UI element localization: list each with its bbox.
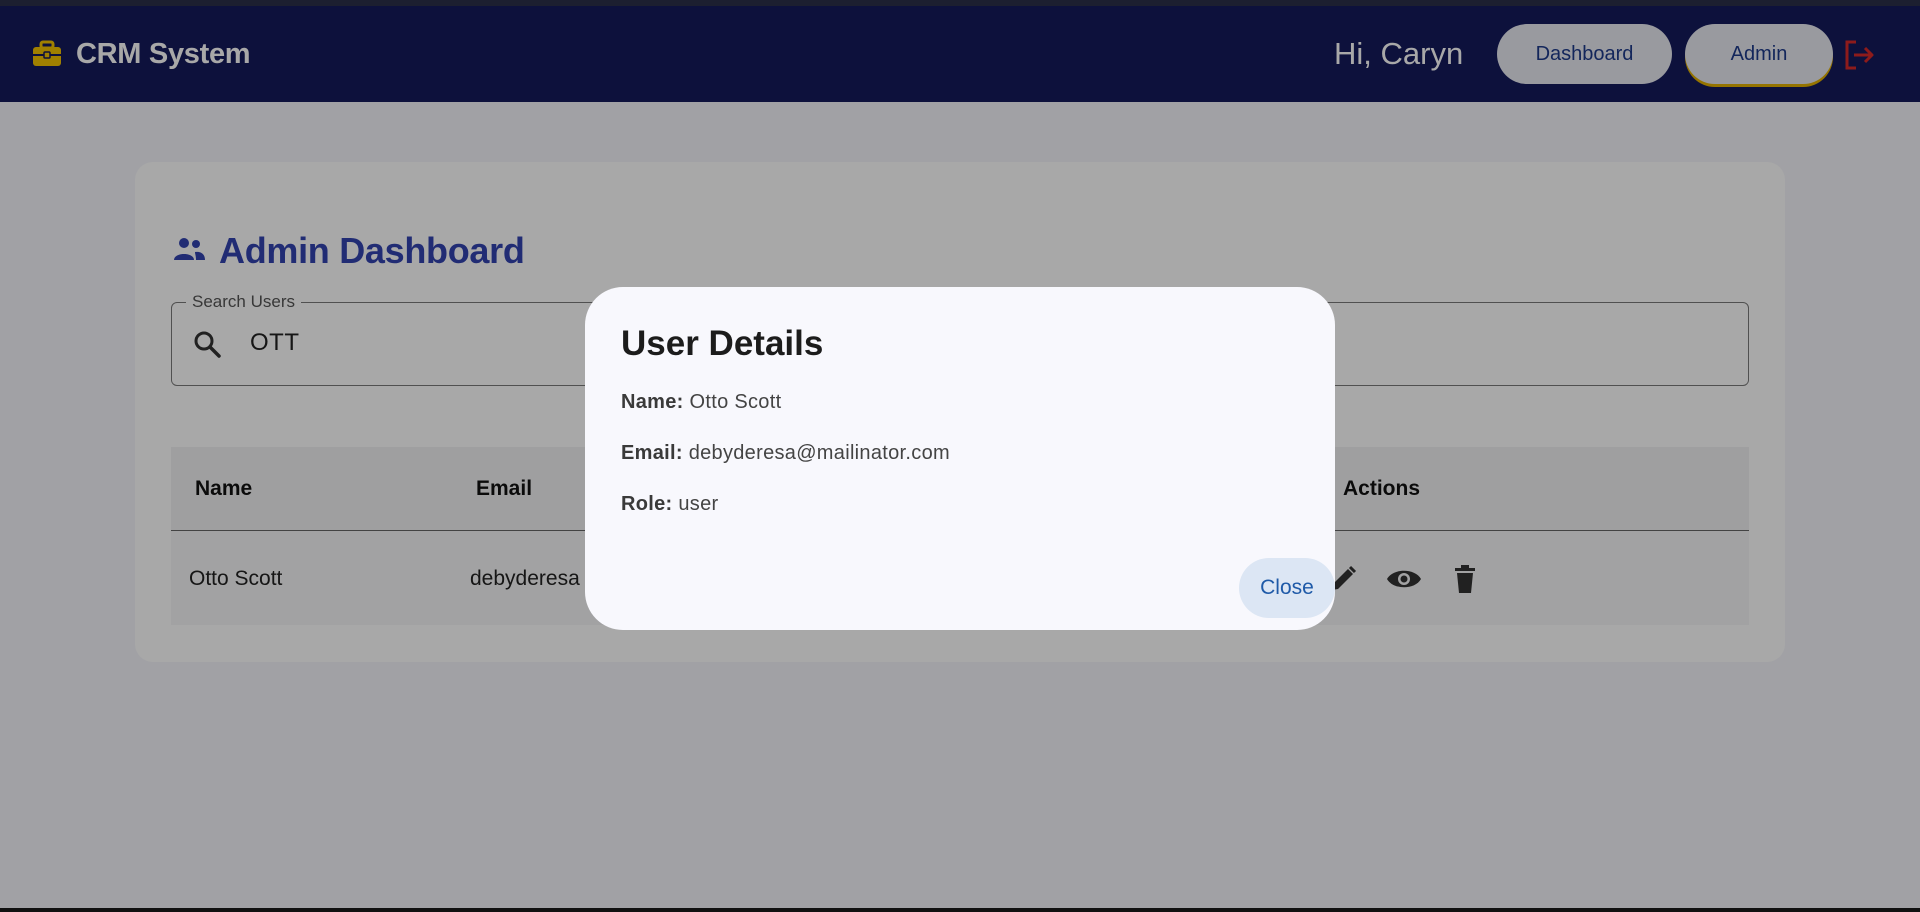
user-details-dialog: User Details Name: Otto Scott Email: deb… bbox=[585, 287, 1335, 630]
close-button[interactable]: Close bbox=[1239, 558, 1335, 618]
detail-role: Role: user bbox=[621, 493, 718, 516]
detail-email: Email: debyderesa@mailinator.com bbox=[621, 442, 950, 465]
detail-email-label: Email: bbox=[621, 442, 683, 464]
detail-email-value: debyderesa@mailinator.com bbox=[688, 442, 950, 464]
dialog-title: User Details bbox=[621, 324, 824, 363]
detail-role-value: user bbox=[678, 493, 719, 515]
window-bottom-edge bbox=[0, 908, 1920, 912]
detail-role-label: Role: bbox=[621, 493, 673, 515]
detail-name-value: Otto Scott bbox=[689, 391, 782, 413]
detail-name-label: Name: bbox=[621, 391, 684, 413]
detail-name: Name: Otto Scott bbox=[621, 391, 781, 414]
